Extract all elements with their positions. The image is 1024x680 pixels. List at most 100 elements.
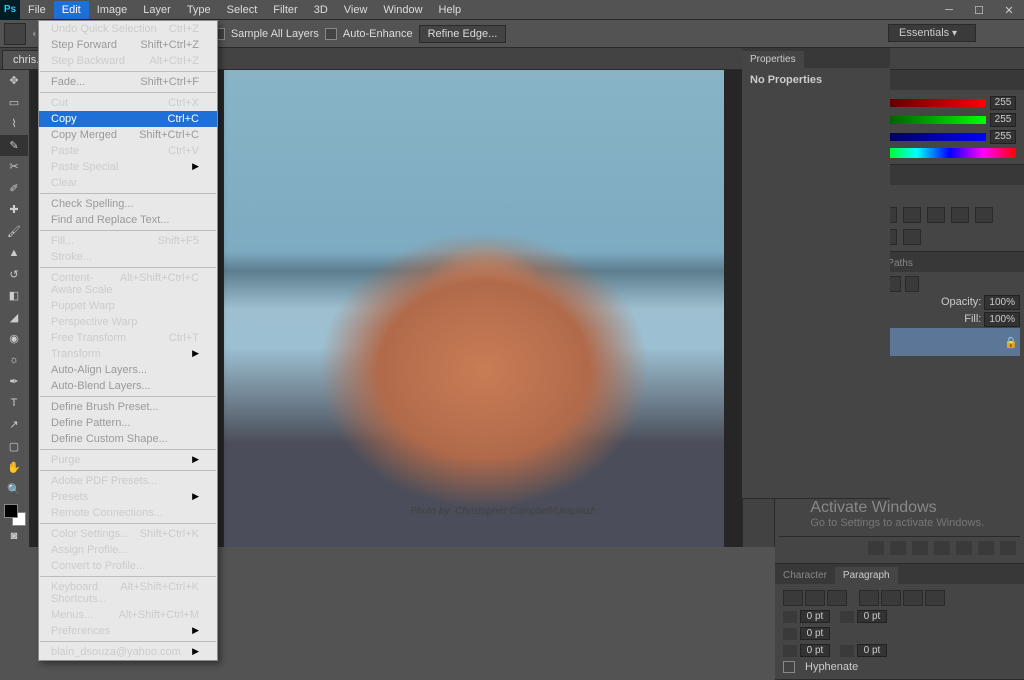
paragraph-tab[interactable]: Paragraph <box>835 567 898 584</box>
minimize-button[interactable]: ─ <box>934 0 964 20</box>
workspace-switcher[interactable]: Essentials ▾ <box>888 24 976 42</box>
indent-right-field[interactable]: 0 pt <box>857 610 887 623</box>
menu-type[interactable]: Type <box>179 1 219 19</box>
auto-enhance-checkbox[interactable] <box>325 28 337 40</box>
properties-tab[interactable]: Properties <box>742 51 804 68</box>
marquee-tool-icon[interactable]: ▭ <box>0 92 28 114</box>
justify-center-icon[interactable] <box>881 590 901 606</box>
menu-item-cut[interactable]: CutCtrl+X <box>39 95 217 111</box>
blur-tool-icon[interactable]: ◉ <box>0 328 28 350</box>
new-layer-icon[interactable] <box>978 541 994 555</box>
maximize-button[interactable]: ☐ <box>964 0 994 20</box>
tool-preset-icon[interactable] <box>4 23 26 45</box>
close-button[interactable]: ✕ <box>994 0 1024 20</box>
justify-all-icon[interactable] <box>925 590 945 606</box>
move-tool-icon[interactable]: ✥ <box>0 70 28 92</box>
space-before-field[interactable]: 0 pt <box>800 644 830 657</box>
menu-item-preferences[interactable]: Preferences▶ <box>39 623 217 639</box>
selective-color-adj-icon[interactable] <box>903 229 921 245</box>
delete-layer-icon[interactable] <box>1000 541 1016 555</box>
menu-item-perspective-warp[interactable]: Perspective Warp <box>39 314 217 330</box>
stamp-tool-icon[interactable]: ▲ <box>0 242 28 264</box>
menu-item-puppet-warp[interactable]: Puppet Warp <box>39 298 217 314</box>
menu-view[interactable]: View <box>336 1 376 19</box>
gradient-tool-icon[interactable]: ◢ <box>0 307 28 329</box>
link-layers-icon[interactable] <box>868 541 884 555</box>
menu-item-undo-quick-selection[interactable]: Undo Quick SelectionCtrl+Z <box>39 21 217 37</box>
menu-item-free-transform[interactable]: Free TransformCtrl+T <box>39 330 217 346</box>
hue-adj-icon[interactable] <box>903 207 921 223</box>
menu-item-content-aware-scale[interactable]: Content-Aware ScaleAlt+Shift+Ctrl+C <box>39 270 217 298</box>
menu-item-adobe-pdf-presets[interactable]: Adobe PDF Presets... <box>39 473 217 489</box>
fill-field[interactable]: 100% <box>984 312 1020 327</box>
b-value[interactable]: 255 <box>990 130 1016 144</box>
refine-edge-button[interactable]: Refine Edge... <box>419 25 507 43</box>
hyphenate-checkbox[interactable] <box>783 661 795 673</box>
menu-item-color-settings[interactable]: Color Settings...Shift+Ctrl+K <box>39 526 217 542</box>
dodge-tool-icon[interactable]: ☼ <box>0 350 28 372</box>
g-value[interactable]: 255 <box>990 113 1016 127</box>
menu-item-menus[interactable]: Menus...Alt+Shift+Ctrl+M <box>39 607 217 623</box>
mask-icon[interactable] <box>912 541 928 555</box>
menu-item-presets[interactable]: Presets▶ <box>39 489 217 505</box>
menu-file[interactable]: File <box>20 1 54 19</box>
menu-select[interactable]: Select <box>219 1 266 19</box>
healing-tool-icon[interactable]: ✚ <box>0 199 28 221</box>
history-brush-tool-icon[interactable]: ↺ <box>0 264 28 286</box>
eyedropper-tool-icon[interactable]: ✐ <box>0 178 28 200</box>
filter-smart-icon[interactable] <box>905 276 919 292</box>
channel-mixer-adj-icon[interactable] <box>975 207 993 223</box>
menu-item-blain-dsouza-yahoo-com[interactable]: blain_dsouza@yahoo.com▶ <box>39 644 217 660</box>
r-value[interactable]: 255 <box>990 96 1016 110</box>
menu-item-transform[interactable]: Transform▶ <box>39 346 217 362</box>
menu-help[interactable]: Help <box>431 1 470 19</box>
menu-item-remote-connections[interactable]: Remote Connections... <box>39 505 217 521</box>
opacity-field[interactable]: 100% <box>984 295 1020 310</box>
menu-item-clear[interactable]: Clear <box>39 175 217 191</box>
justify-left-icon[interactable] <box>859 590 879 606</box>
menu-item-paste-special[interactable]: Paste Special▶ <box>39 159 217 175</box>
lasso-tool-icon[interactable]: ⌇ <box>0 113 28 135</box>
menu-window[interactable]: Window <box>375 1 430 19</box>
indent-left-field[interactable]: 0 pt <box>800 610 830 623</box>
menu-item-stroke[interactable]: Stroke... <box>39 249 217 265</box>
menu-layer[interactable]: Layer <box>135 1 179 19</box>
menu-item-step-forward: Step ForwardShift+Ctrl+Z <box>39 37 217 53</box>
justify-right-icon[interactable] <box>903 590 923 606</box>
crop-tool-icon[interactable]: ✂ <box>0 156 28 178</box>
menu-item-step-backward[interactable]: Step BackwardAlt+Ctrl+Z <box>39 53 217 69</box>
character-tab[interactable]: Character <box>775 567 835 584</box>
menu-item-assign-profile[interactable]: Assign Profile... <box>39 542 217 558</box>
foreground-background-swatches[interactable] <box>4 504 26 526</box>
menu-item-paste[interactable]: PasteCtrl+V <box>39 143 217 159</box>
space-after-field[interactable]: 0 pt <box>857 644 887 657</box>
shape-tool-icon[interactable]: ▢ <box>0 436 28 458</box>
menu-3d[interactable]: 3D <box>306 1 336 19</box>
menu-filter[interactable]: Filter <box>265 1 305 19</box>
first-line-field[interactable]: 0 pt <box>800 627 830 640</box>
hand-tool-icon[interactable]: ✋ <box>0 457 28 479</box>
menu-item-purge[interactable]: Purge▶ <box>39 452 217 468</box>
menu-image[interactable]: Image <box>89 1 136 19</box>
path-tool-icon[interactable]: ↗ <box>0 414 28 436</box>
zoom-tool-icon[interactable]: 🔍 <box>0 479 28 501</box>
menu-item-keyboard-shortcuts[interactable]: Keyboard Shortcuts...Alt+Shift+Ctrl+K <box>39 579 217 607</box>
pen-tool-icon[interactable]: ✒ <box>0 371 28 393</box>
align-center-icon[interactable] <box>805 590 825 606</box>
type-tool-icon[interactable]: T <box>0 393 28 415</box>
adjustment-layer-icon[interactable] <box>934 541 950 555</box>
align-right-icon[interactable] <box>827 590 847 606</box>
brush-tool-icon[interactable]: 🖌 <box>0 221 28 243</box>
bw-adj-icon[interactable] <box>927 207 945 223</box>
fx-icon[interactable] <box>890 541 906 555</box>
menu-item-convert-to-profile[interactable]: Convert to Profile... <box>39 558 217 574</box>
menu-item-copy[interactable]: CopyCtrl+C <box>39 111 217 127</box>
quick-selection-tool-icon[interactable]: ✎ <box>0 135 28 157</box>
photo-filter-adj-icon[interactable] <box>951 207 969 223</box>
align-left-icon[interactable] <box>783 590 803 606</box>
menu-item-fill[interactable]: Fill...Shift+F5 <box>39 233 217 249</box>
quickmask-icon[interactable]: ◙ <box>0 526 28 548</box>
group-icon[interactable] <box>956 541 972 555</box>
menu-edit[interactable]: Edit <box>54 1 89 19</box>
eraser-tool-icon[interactable]: ◧ <box>0 285 28 307</box>
